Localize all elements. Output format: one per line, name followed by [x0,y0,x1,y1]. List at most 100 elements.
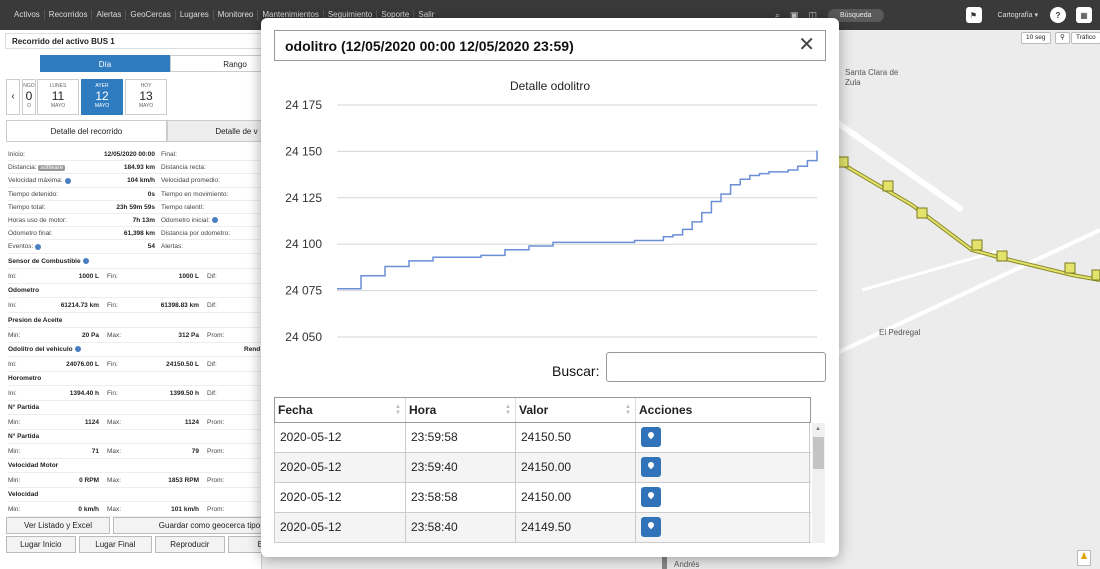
chart-title: Detalle odolitro [510,79,590,93]
section-odometer: Odometro Ini: 61214.73 km Fin: 61398.83 km D… [8,284,261,313]
summary-row: Eventos: 54 Alertas: [8,240,261,254]
col-acciones: Acciones [639,403,693,417]
start-place-button[interactable]: Lugar Inicio [6,536,76,553]
summary-row: Inicio: 12/05/2020 00:00 Final: [8,148,261,162]
action-row-2: Lugar Inicio Lugar Final Reproducir Expo [6,536,261,553]
save-geofence-button[interactable]: Guardar como geocerca tipo [112,517,261,534]
nav-link-activos[interactable]: Activos [10,10,45,20]
left-panel: Recorrido del activo BUS 1 Día Rango ‹ N… [0,30,262,569]
map-pin-icon[interactable] [641,487,661,507]
street-view-icon[interactable]: ♟ [1077,550,1091,566]
pin-icon: ⚲ [1060,34,1065,41]
col-fecha[interactable]: Fecha ▲ ▼ [275,398,406,422]
apps-grid-icon[interactable]: ▦ [1076,7,1092,23]
info-icon[interactable] [211,217,218,224]
day-ayer[interactable]: AYER 12 MAYO [81,79,123,115]
search-label: Buscar: [552,363,600,379]
chart-y-tick-label: 24 125 [285,191,322,205]
table-row: 2020-05-12 23:58:40 24149.50 [274,513,811,543]
summary-row: Distancia: software 184.93 km Distancia re… [8,161,261,175]
summary-row: Odometro final: 61,398 km Distancia por od… [8,227,261,241]
sort-icon: ▲ ▼ [625,404,631,416]
sort-icon: ▲ ▼ [395,404,401,416]
map-label-andres: Andrés [674,560,700,569]
map-pin-icon[interactable] [641,427,661,447]
prev-day-button[interactable]: ‹ [6,79,20,115]
map-pin-icon[interactable] [641,457,661,477]
summary-row: Tiempo total: 23h 59m 59s Tiempo ralentí: [8,201,261,214]
info-icon[interactable] [82,258,89,265]
search-input[interactable] [606,352,826,382]
mode-range-button[interactable]: Rango [170,55,261,72]
table-scrollbar[interactable]: ▲ [812,423,825,543]
nav-link-monitoreo[interactable]: Monitoreo [214,10,259,20]
location-pin-button[interactable]: ⚲ [1055,32,1070,44]
flag-icon[interactable]: ⚑ [965,7,982,23]
scrollbar-thumb[interactable] [813,437,824,469]
map-label-santa-clara: Santa Clara de Zula [845,68,899,87]
route-title: Recorrido del activo BUS 1 [5,33,261,49]
export-button[interactable]: Expo [227,536,261,553]
nav-link-recorridos[interactable]: Recorridos [45,10,93,20]
map-pin-icon[interactable] [641,517,661,537]
nav-link-geocercas[interactable]: GeoCercas [126,10,176,20]
scroll-up-icon[interactable]: ▲ [815,426,821,432]
section-oil-pressure: Presion de Aceite Min: 20 Pa Max: 312 Pa Pro… [8,314,261,343]
section-odolitro: Odolitro del vehiculo Rend Ini: 24076.00 L… [8,343,261,372]
mode-day-button[interactable]: Día [40,55,170,72]
map-type-select[interactable]: Cartografía ▾ [998,11,1038,19]
play-button[interactable]: Reproducir [155,536,225,553]
mode-toggle: Día Rango [40,55,261,72]
section-speed: Velocidad Min: 0 km/h Max: 101 km/h Prom: [8,488,261,517]
col-valor[interactable]: Valor ▲ ▼ [516,398,636,422]
nav-link-lugares[interactable]: Lugares [176,10,214,20]
list-excel-button[interactable]: Ver Listado y Excel [6,517,110,534]
section-partida-1: N° Partida Min: 1124 Max: 1124 Prom: [8,401,261,430]
summary-rows: Inicio: 12/05/2020 00:00 Final: Distancia:… [8,148,261,254]
odolitro-chart: Detalle odolitro 24 050 24 075 24 100 24 12… [285,79,818,344]
chart-grid [337,104,817,338]
table-row: 2020-05-12 23:59:58 24150.50 [274,423,811,453]
chart-series-line [337,150,818,290]
data-table: Fecha ▲ ▼ Hora ▲ ▼ Valor ▲ ▼ Acciones 2020-05-… [274,397,811,543]
modal-header: odolitro (12/05/2020 00:00 12/05/2020 23… [274,30,826,61]
sort-icon: ▲ ▼ [505,404,511,416]
info-icon[interactable] [64,177,71,184]
chart-y-tick-label: 24 150 [285,144,322,158]
summary-row: Horas uso de motor: 7h 13m Odometro inicia… [8,214,261,228]
chart-y-ticks: 24 050 24 075 24 100 24 125 24 150 24 175 [285,98,322,344]
day-partial[interactable]: NGO 0 O [22,79,36,115]
detail-tabs: Detalle del recorrido Detalle de v [6,120,261,142]
tab-route-detail[interactable]: Detalle del recorrido [6,120,167,142]
map-label-el-pedregal: El Pedregal [879,328,921,337]
info-icon[interactable] [35,243,42,250]
chart-y-tick-label: 24 075 [285,284,322,298]
info-icon[interactable] [74,346,81,353]
close-icon[interactable]: ✕ [798,35,815,55]
tab-vehicle-detail[interactable]: Detalle de v [166,120,261,142]
table-row: 2020-05-12 23:59:40 24150.00 [274,453,811,483]
day-hoy[interactable]: HOY 13 MAYO [125,79,167,115]
summary-row: Tiempo detenido: 0s Tiempo en movimiento: [8,188,261,201]
action-row-1: Ver Listado y Excel Guardar como geocerc… [6,517,261,534]
chart-y-tick-label: 24 050 [285,330,322,344]
day-lunes[interactable]: LUNES 11 MAYO [37,79,79,115]
chart-y-tick-label: 24 175 [285,98,322,112]
section-fuel-sensor: Sensor de Combustible Ini: 1000 L Fin: 1000… [8,255,261,284]
help-icon[interactable]: ? [1050,7,1066,23]
summary-row: Velocidad máxima: 104 km/h Velocidad prome… [8,174,261,188]
section-partida-2: N° Partida Min: 71 Max: 79 Prom: [8,430,261,459]
interval-select[interactable]: 10 seg [1021,32,1051,44]
table-row: 2020-05-12 23:58:58 24150.00 [274,483,811,513]
chevron-left-icon: ‹ [11,91,15,102]
odolitro-modal: odolitro (12/05/2020 00:00 12/05/2020 23… [261,18,839,557]
end-place-button[interactable]: Lugar Final [78,536,153,553]
chart-y-tick-label: 24 100 [285,237,322,251]
traffic-button[interactable]: Tráfico [1071,32,1100,44]
software-badge: software [38,165,66,172]
table-header: Fecha ▲ ▼ Hora ▲ ▼ Valor ▲ ▼ Acciones [274,397,811,423]
section-hourmeter: Horometro Ini: 1394.40 h Fin: 1399.50 h Dif: [8,372,261,401]
modal-title: odolitro (12/05/2020 00:00 12/05/2020 23… [285,38,574,54]
col-hora[interactable]: Hora ▲ ▼ [406,398,516,422]
nav-link-alertas[interactable]: Alertas [92,10,127,20]
